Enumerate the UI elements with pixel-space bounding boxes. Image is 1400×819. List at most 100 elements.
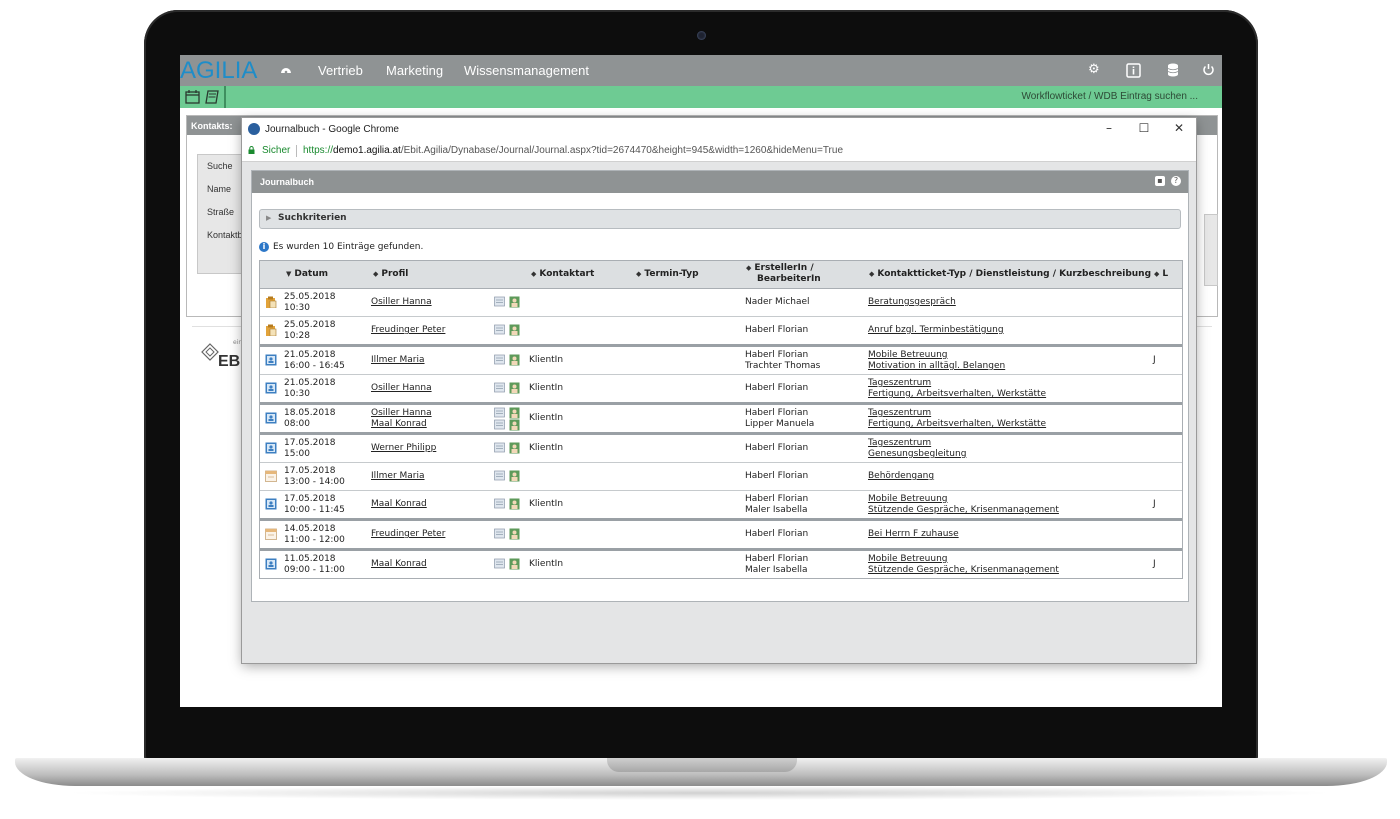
col-profil[interactable]: ◆ Profil bbox=[373, 269, 408, 279]
col-datum-label: Datum bbox=[294, 269, 329, 279]
document-icon[interactable] bbox=[494, 498, 505, 509]
database-icon[interactable] bbox=[1167, 63, 1179, 77]
ticket-type-link[interactable]: Bei Herrn F zuhause bbox=[868, 529, 959, 540]
person-card-icon[interactable] bbox=[509, 419, 520, 431]
table-row[interactable]: 25.05.2018 10:28 Freudinger Peter Haberl… bbox=[260, 317, 1182, 347]
col-termin-typ[interactable]: ◆ Termin-Typ bbox=[636, 269, 699, 279]
nav-vertrieb[interactable]: Vertrieb bbox=[318, 63, 363, 78]
profile-link[interactable]: Illmer Maria bbox=[371, 355, 425, 366]
ticket-type-link[interactable]: Mobile Betreuung bbox=[868, 554, 948, 565]
profile-link[interactable]: Werner Philipp bbox=[371, 443, 436, 454]
search-criteria-toggle[interactable]: ▶ Suchkriterien bbox=[259, 209, 1181, 229]
profile-link[interactable]: Osiller Hanna bbox=[371, 383, 432, 394]
date: 25.05.2018 bbox=[284, 320, 336, 330]
table-row[interactable]: 25.05.2018 10:30 Osiller Hanna Nader Mic… bbox=[260, 289, 1182, 317]
col-l[interactable]: ◆ L bbox=[1154, 269, 1168, 279]
date: 18.05.2018 bbox=[284, 408, 336, 418]
profile-link[interactable]: Osiller Hanna bbox=[371, 297, 432, 308]
person-card-icon[interactable] bbox=[509, 528, 520, 540]
person-card-icon[interactable] bbox=[509, 324, 520, 336]
col-kontaktart[interactable]: ◆ Kontaktart bbox=[531, 269, 594, 279]
table-row[interactable]: 17.05.2018 10:00 - 11:45 Maal Konrad Kli… bbox=[260, 491, 1182, 521]
bearbeiter: Maler Isabella bbox=[745, 505, 808, 515]
document-icon[interactable] bbox=[494, 296, 505, 307]
document-icon[interactable] bbox=[494, 354, 505, 365]
person-card-icon[interactable] bbox=[509, 442, 520, 454]
ticket-type-link[interactable]: Behördengang bbox=[868, 471, 934, 482]
document-icon[interactable] bbox=[494, 528, 505, 539]
service-link[interactable]: Genesungsbegleitung bbox=[868, 449, 966, 460]
info-icon[interactable] bbox=[1126, 63, 1141, 78]
document-icon[interactable] bbox=[494, 407, 505, 418]
help-icon[interactable]: ? bbox=[1171, 176, 1181, 186]
url-text[interactable]: https://demo1.agilia.at/Ebit.Agilia/Dyna… bbox=[303, 145, 843, 156]
gear-icon[interactable]: ⚙ bbox=[1088, 62, 1100, 77]
profile-link[interactable]: Illmer Maria bbox=[371, 471, 425, 482]
nav-marketing[interactable]: Marketing bbox=[386, 63, 443, 78]
person-card-icon[interactable] bbox=[509, 498, 520, 510]
ticket-type-link[interactable]: Mobile Betreuung bbox=[868, 494, 948, 505]
table-row[interactable]: 17.05.2018 15:00 Werner Philipp KlientIn… bbox=[260, 435, 1182, 463]
address-bar[interactable]: Sicher https://demo1.agilia.at/Ebit.Agil… bbox=[242, 141, 1196, 162]
profile-link[interactable]: Freudinger Peter bbox=[371, 325, 445, 336]
person-card-icon[interactable] bbox=[509, 407, 520, 419]
profile-link[interactable]: Maal Konrad bbox=[371, 419, 427, 430]
person-card-icon[interactable] bbox=[509, 470, 520, 482]
table-row[interactable]: 18.05.2018 08:00 Osiller Hanna Maal Konr… bbox=[260, 405, 1182, 435]
person-card-icon[interactable] bbox=[509, 558, 520, 570]
ticket-type-link[interactable]: Beratungsgespräch bbox=[868, 297, 956, 308]
bearbeiter: Trachter Thomas bbox=[745, 361, 821, 371]
person-card-icon[interactable] bbox=[509, 354, 520, 366]
person-card-icon[interactable] bbox=[509, 296, 520, 308]
l-value: J bbox=[1153, 499, 1156, 509]
col-ersteller[interactable]: ◆ ErstellerIn / BearbeiterIn bbox=[746, 263, 821, 285]
document-icon[interactable] bbox=[494, 558, 505, 569]
col-datum[interactable]: ▼ Datum bbox=[286, 269, 328, 279]
profile-link[interactable]: Freudinger Peter bbox=[371, 529, 445, 540]
minimize-button[interactable]: – bbox=[1100, 121, 1118, 135]
chrome-titlebar[interactable]: Journalbuch - Google Chrome – ☐ ✕ bbox=[242, 118, 1196, 140]
date: 17.05.2018 bbox=[284, 438, 336, 448]
ticket-type-link[interactable]: Mobile Betreuung bbox=[868, 350, 948, 361]
power-icon[interactable] bbox=[1202, 63, 1215, 76]
service-link[interactable]: Fertigung, Arbeitsverhalten, Werkstätte bbox=[868, 389, 1046, 400]
sort-icon: ◆ bbox=[636, 270, 642, 278]
col-l-label: L bbox=[1162, 269, 1169, 279]
document-icon[interactable] bbox=[494, 442, 505, 453]
close-button[interactable]: ✕ bbox=[1170, 121, 1188, 135]
ticket-type-link[interactable]: Tageszentrum bbox=[868, 378, 931, 389]
service-link[interactable]: Fertigung, Arbeitsverhalten, Werkstätte bbox=[868, 419, 1046, 430]
document-icon[interactable] bbox=[494, 419, 505, 430]
calendar-icon[interactable] bbox=[183, 87, 203, 107]
ticket-type-link[interactable]: Tageszentrum bbox=[868, 408, 931, 419]
date: 17.05.2018 bbox=[284, 494, 336, 504]
table-row[interactable]: 11.05.2018 09:00 - 11:00 Maal Konrad Kli… bbox=[260, 551, 1182, 578]
dashboard-icon[interactable] bbox=[280, 64, 292, 74]
ersteller: Haberl Florian bbox=[745, 408, 809, 418]
app-logo[interactable]: AGILIA bbox=[180, 57, 257, 85]
document-icon[interactable] bbox=[494, 470, 505, 481]
table-row[interactable]: 21.05.2018 10:30 Osiller Hanna KlientIn … bbox=[260, 375, 1182, 405]
table-row[interactable]: 21.05.2018 16:00 - 16:45 Illmer Maria Kl… bbox=[260, 347, 1182, 375]
person-card-icon[interactable] bbox=[509, 382, 520, 394]
table-row[interactable]: 17.05.2018 13:00 - 14:00 Illmer Maria Ha… bbox=[260, 463, 1182, 491]
book-icon[interactable] bbox=[203, 87, 223, 107]
service-link[interactable]: Stützende Gespräche, Krisenmanagement bbox=[868, 565, 1059, 576]
ticket-type-link[interactable]: Tageszentrum bbox=[868, 438, 931, 449]
ticket-type-link[interactable]: Anruf bzgl. Terminbestätigung bbox=[868, 325, 1004, 336]
col-kontaktart-label: Kontaktart bbox=[539, 269, 595, 279]
profile-link[interactable]: Osiller Hanna bbox=[371, 408, 432, 419]
print-icon[interactable]: ▪ bbox=[1155, 176, 1165, 186]
nav-wissensmanagement[interactable]: Wissensmanagement bbox=[464, 63, 589, 78]
service-link[interactable]: Stützende Gespräche, Krisenmanagement bbox=[868, 505, 1059, 516]
profile-link[interactable]: Maal Konrad bbox=[371, 499, 427, 510]
document-icon[interactable] bbox=[494, 382, 505, 393]
kontaktart: KlientIn bbox=[529, 413, 564, 423]
maximize-button[interactable]: ☐ bbox=[1135, 121, 1153, 135]
profile-link[interactable]: Maal Konrad bbox=[371, 559, 427, 570]
document-icon[interactable] bbox=[494, 324, 505, 335]
table-row[interactable]: 14.05.2018 11:00 - 12:00 Freudinger Pete… bbox=[260, 521, 1182, 551]
col-ticket-typ[interactable]: ◆ Kontaktticket-Typ / Dienstleistung / Ku… bbox=[869, 269, 1151, 279]
service-link[interactable]: Motivation in alltägl. Belangen bbox=[868, 361, 1005, 372]
workflow-search-link[interactable]: Workflowticket / WDB Eintrag suchen ... bbox=[1021, 91, 1198, 102]
